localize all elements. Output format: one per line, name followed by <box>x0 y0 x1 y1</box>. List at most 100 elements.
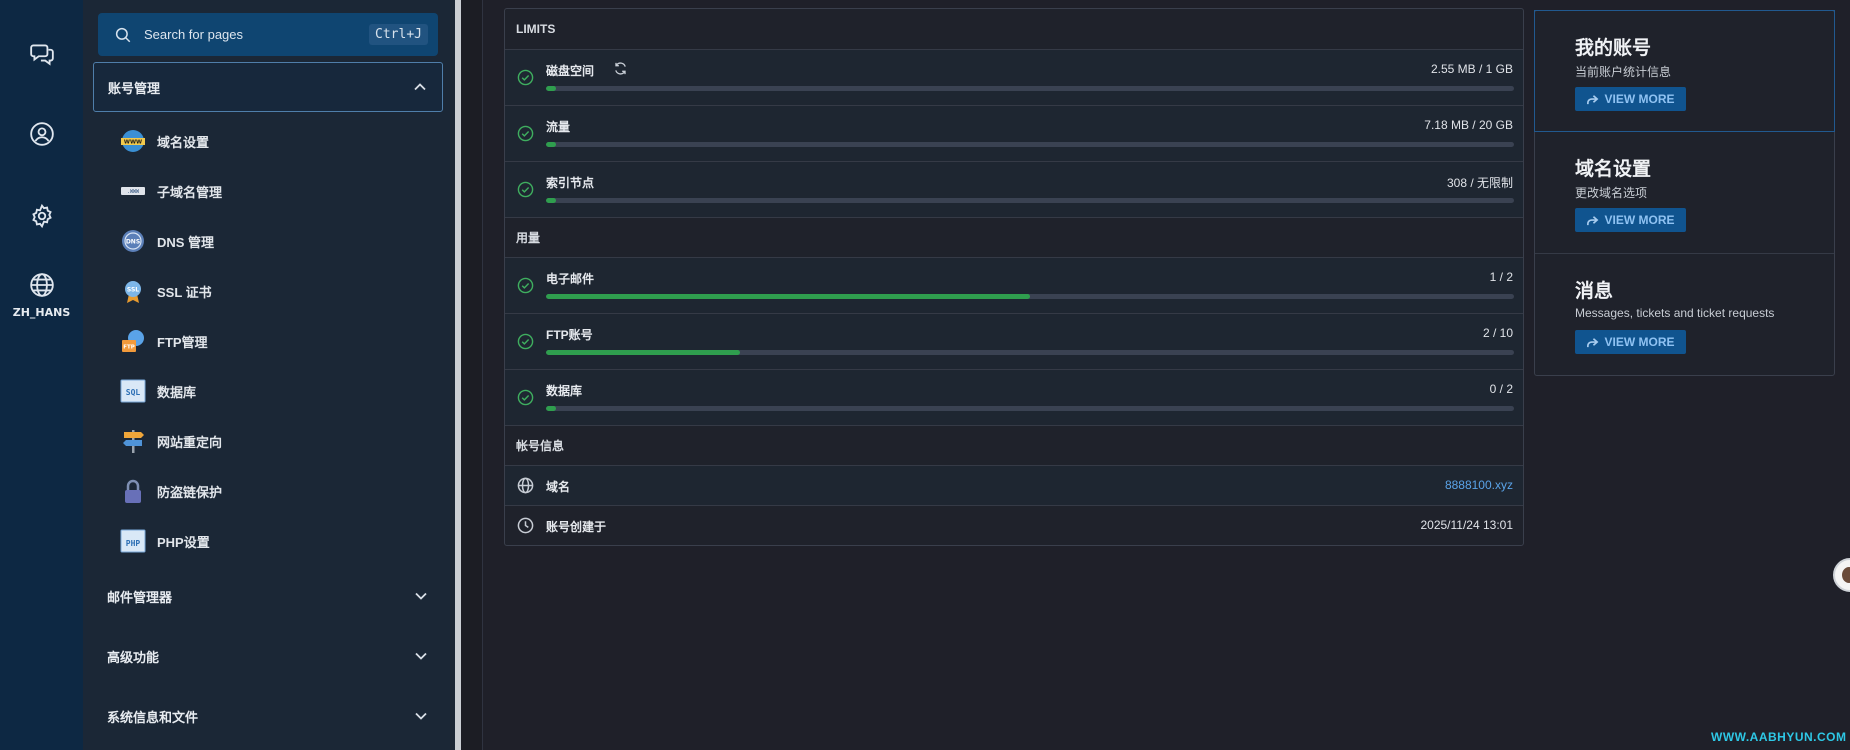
account-row-created: 账号创建于 2025/11/24 13:01 <box>505 506 1523 546</box>
svg-text:WWW: WWW <box>124 140 142 146</box>
group-title: 高级功能 <box>107 649 160 665</box>
usage-name: 电子邮件 <box>546 272 595 286</box>
refresh-icon[interactable] <box>613 61 628 76</box>
group-advanced-features[interactable]: 高级功能 <box>93 636 443 676</box>
limit-value: 308 / 无限制 <box>1446 176 1513 190</box>
sidebar-item-subdomains[interactable]: .WWW 子域名管理 <box>120 171 440 211</box>
limit-name: 流量 <box>546 120 571 134</box>
usage-value: 2 / 10 <box>1482 326 1513 340</box>
section-title: 帐号信息 <box>516 439 565 453</box>
check-circle-icon <box>517 333 534 350</box>
group-system-info-files[interactable]: 系统信息和文件 <box>93 696 443 736</box>
card-title: 域名设置 <box>1575 159 1652 180</box>
group-account-management[interactable]: 账号管理 <box>93 62 443 112</box>
limit-row-inodes: 索引节点 308 / 无限制 <box>505 162 1523 218</box>
view-more-button[interactable]: VIEW MORE <box>1575 87 1686 111</box>
sidebar-item-domain-settings[interactable]: WWW 域名设置 <box>120 121 440 161</box>
watermark: WWW.AABHYUN.COM <box>1711 730 1847 744</box>
sidebar-item-label: 网站重定向 <box>157 434 223 450</box>
account-info-header: 帐号信息 <box>505 426 1523 466</box>
svg-text:SSL: SSL <box>127 287 139 294</box>
sidebar-item-label: DNS 管理 <box>157 234 215 250</box>
card-subtitle: 更改域名选项 <box>1575 186 1648 200</box>
clock-icon <box>517 517 534 534</box>
rail-language-button[interactable]: ZH_HANS <box>0 272 83 319</box>
sidebar-item-ssl[interactable]: SSL SSL 证书 <box>120 271 440 311</box>
view-more-button[interactable]: VIEW MORE <box>1575 208 1686 232</box>
view-more-button[interactable]: VIEW MORE <box>1575 330 1686 354</box>
sidebar-item-label: PHP设置 <box>157 534 210 550</box>
limit-name: 索引节点 <box>546 176 595 190</box>
php-icon: PHP <box>120 528 146 554</box>
quick-cards: 我的账号 当前账户统计信息 VIEW MORE 域名设置 更改域名选项 VIEW… <box>1534 10 1835 376</box>
card-title: 我的账号 <box>1575 38 1652 59</box>
usage-bar-fill <box>546 142 556 147</box>
created-label: 账号创建于 <box>546 520 607 534</box>
search-icon <box>115 27 131 42</box>
support-avatar[interactable] <box>1833 558 1850 592</box>
share-arrow-icon <box>1587 94 1599 104</box>
check-circle-icon <box>517 277 534 294</box>
rail-settings-button[interactable] <box>0 203 83 229</box>
chevron-down-icon <box>415 592 427 600</box>
sql-database-icon: SQL <box>120 378 146 404</box>
button-label: VIEW MORE <box>1604 92 1675 106</box>
group-title: 账号管理 <box>108 80 161 96</box>
rail-chat-button[interactable] <box>0 40 83 66</box>
usage-bar-fill <box>546 86 556 91</box>
search-bar[interactable]: Search for pages Ctrl+J <box>98 13 438 56</box>
share-arrow-icon <box>1587 215 1599 225</box>
sidebar-item-ftp[interactable]: FTP FTP管理 <box>120 321 440 361</box>
usage-bar <box>546 350 1514 355</box>
rail-account-button[interactable] <box>0 121 83 147</box>
card-subtitle: Messages, tickets and ticket requests <box>1575 306 1775 320</box>
svg-text:SQL: SQL <box>126 388 141 397</box>
sidebar-item-label: FTP管理 <box>157 334 208 350</box>
chevron-down-icon <box>415 652 427 660</box>
sidebar-item-redirects[interactable]: 网站重定向 <box>120 421 440 461</box>
section-title: LIMITS <box>516 22 556 36</box>
group-title: 邮件管理器 <box>107 589 173 605</box>
icon-rail: ZH_HANS <box>0 0 83 750</box>
search-input[interactable]: Search for pages <box>144 27 369 42</box>
group-email-manager[interactable]: 邮件管理器 <box>93 576 443 616</box>
sidebar-item-label: 防盗链保护 <box>157 484 223 500</box>
lock-icon <box>120 478 146 504</box>
card-title: 消息 <box>1575 281 1614 302</box>
created-value: 2025/11/24 13:01 <box>1420 518 1513 532</box>
check-circle-icon <box>517 181 534 198</box>
sidebar-item-dns[interactable]: DNS DNS 管理 <box>120 221 440 261</box>
usage-bar-fill <box>546 294 1030 299</box>
sidebar-item-hotlink-protection[interactable]: 防盗链保护 <box>120 471 440 511</box>
limit-value: 2.55 MB / 1 GB <box>1430 62 1513 76</box>
www-icon: WWW <box>120 128 146 154</box>
group-title: 系统信息和文件 <box>107 709 199 725</box>
language-label: ZH_HANS <box>12 306 71 319</box>
ssl-certificate-icon: SSL <box>120 278 146 304</box>
usage-name: 数据库 <box>546 384 583 398</box>
sidebar-item-databases[interactable]: SQL 数据库 <box>120 371 440 411</box>
card-subtitle: 当前账户统计信息 <box>1575 65 1672 79</box>
limit-name: 磁盘空间 <box>546 64 595 78</box>
limit-value: 7.18 MB / 20 GB <box>1424 118 1513 132</box>
sidebar-item-label: SSL 证书 <box>157 284 212 300</box>
usage-row-email: 电子邮件 1 / 2 <box>505 258 1523 314</box>
chat-icon <box>29 44 54 66</box>
svg-text:.WWW: .WWW <box>127 189 140 195</box>
gear-icon <box>31 203 52 229</box>
limits-header: LIMITS <box>505 9 1523 50</box>
check-circle-icon <box>517 69 534 86</box>
sidebar-item-label: 域名设置 <box>157 134 210 150</box>
domain-label: 域名 <box>546 480 571 494</box>
domain-link[interactable]: 8888100.xyz <box>1445 478 1513 492</box>
account-row-domain: 域名 8888100.xyz <box>505 466 1523 506</box>
usage-row-databases: 数据库 0 / 2 <box>505 370 1523 426</box>
usage-bar <box>546 198 1514 203</box>
dns-icon: DNS <box>120 228 146 254</box>
sidebar-item-php-settings[interactable]: PHP PHP设置 <box>120 521 440 561</box>
usage-bar <box>546 294 1514 299</box>
svg-text:PHP: PHP <box>126 539 141 548</box>
subdomain-icon: .WWW <box>120 178 146 204</box>
globe-icon <box>29 273 54 297</box>
share-arrow-icon <box>1587 337 1599 347</box>
